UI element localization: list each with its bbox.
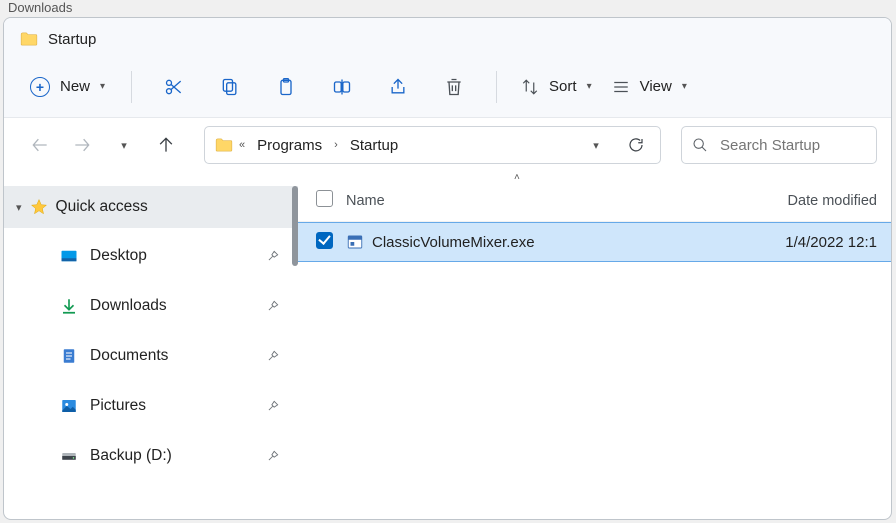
clipboard-icon: [276, 77, 296, 97]
new-button[interactable]: + New ▾: [18, 71, 117, 103]
pin-icon: [266, 299, 280, 313]
pictures-icon: [60, 397, 78, 415]
arrow-left-icon: [30, 135, 50, 155]
divider: [131, 71, 132, 103]
navigation-pane: ▾ Quick access Desktop Downloads Docu: [4, 172, 298, 519]
row-checkbox[interactable]: [316, 232, 333, 249]
download-icon: [60, 297, 78, 315]
window-title: Startup: [48, 31, 96, 48]
column-headers: Name Date modified: [298, 180, 891, 222]
chevron-down-icon: ▾: [682, 81, 687, 92]
file-row[interactable]: ClassicVolumeMixer.exe 1/4/2022 12:1: [298, 222, 891, 262]
sidebar-item-label: Desktop: [90, 247, 147, 265]
chevron-down-icon: ▾: [593, 139, 599, 152]
delete-button[interactable]: [432, 65, 476, 109]
file-explorer-window: Startup + New ▾: [3, 17, 892, 520]
breadcrumb-item[interactable]: Programs: [251, 137, 328, 154]
rename-button[interactable]: [320, 65, 364, 109]
forward-button[interactable]: [64, 127, 100, 163]
refresh-icon: [627, 136, 645, 154]
arrow-right-icon: [72, 135, 92, 155]
file-date: 1/4/2022 12:1: [785, 234, 877, 251]
titlebar: Startup: [4, 18, 891, 56]
rename-icon: [332, 77, 352, 97]
select-all-checkbox[interactable]: [316, 190, 333, 207]
search-input[interactable]: [718, 136, 866, 155]
pin-icon: [266, 249, 280, 263]
file-list-pane: ˄ Name Date modified ClassicVolumeMixer.…: [298, 172, 891, 519]
view-button[interactable]: View ▾: [602, 72, 697, 102]
new-button-label: New: [60, 78, 90, 95]
share-button[interactable]: [376, 65, 420, 109]
sidebar-item-downloads[interactable]: Downloads: [4, 284, 298, 328]
background-label: Downloads: [8, 0, 72, 15]
scissors-icon: [164, 77, 184, 97]
navigation-row: ▾ « Programs › Startup ▾: [4, 118, 891, 172]
address-bar[interactable]: « Programs › Startup ▾: [204, 126, 661, 164]
up-button[interactable]: [148, 127, 184, 163]
sort-button-label: Sort: [549, 78, 577, 95]
sidebar-item-pictures[interactable]: Pictures: [4, 384, 298, 428]
exe-icon: [346, 233, 364, 251]
divider: [496, 71, 497, 103]
star-icon: [30, 198, 48, 216]
refresh-button[interactable]: [618, 127, 654, 163]
trash-icon: [444, 77, 464, 97]
sidebar-item-label: Downloads: [90, 297, 167, 315]
search-icon: [692, 137, 708, 153]
command-bar: + New ▾: [4, 56, 891, 118]
sidebar-item-documents[interactable]: Documents: [4, 334, 298, 378]
quick-access-label: Quick access: [56, 198, 148, 216]
copy-button[interactable]: [208, 65, 252, 109]
sidebar-item-backup[interactable]: Backup (D:): [4, 434, 298, 478]
sidebar-item-label: Documents: [90, 347, 168, 365]
pin-icon: [266, 399, 280, 413]
folder-icon: [20, 32, 38, 46]
sidebar-item-desktop[interactable]: Desktop: [4, 234, 298, 278]
chevron-down-icon: ▾: [587, 81, 592, 92]
cut-button[interactable]: [152, 65, 196, 109]
copy-icon: [220, 77, 240, 97]
sidebar-item-label: Pictures: [90, 397, 146, 415]
chevron-down-icon: ▾: [121, 139, 127, 152]
sort-button[interactable]: Sort ▾: [511, 72, 602, 102]
pin-icon: [266, 349, 280, 363]
arrow-up-icon: [156, 135, 176, 155]
breadcrumb-item[interactable]: Startup: [344, 137, 404, 154]
chevron-down-icon: ▾: [100, 81, 105, 92]
sort-indicator-row: ˄: [298, 172, 891, 180]
folder-icon: [215, 138, 233, 152]
search-box[interactable]: [681, 126, 877, 164]
chevron-down-icon: ▾: [16, 201, 22, 214]
share-icon: [388, 77, 408, 97]
drive-icon: [60, 447, 78, 465]
breadcrumb-overflow[interactable]: «: [237, 139, 247, 151]
column-name[interactable]: Name: [346, 193, 788, 209]
sort-icon: [521, 78, 539, 96]
document-icon: [60, 347, 78, 365]
history-dropdown-button[interactable]: ▾: [578, 127, 614, 163]
quick-access-header[interactable]: ▾ Quick access: [4, 186, 298, 228]
paste-button[interactable]: [264, 65, 308, 109]
caret-up-icon: ˄: [514, 172, 520, 180]
file-name: ClassicVolumeMixer.exe: [372, 234, 535, 251]
view-button-label: View: [640, 78, 672, 95]
recent-button[interactable]: ▾: [106, 127, 142, 163]
sidebar-scrollbar[interactable]: [292, 186, 298, 266]
sidebar-item-label: Backup (D:): [90, 447, 172, 465]
back-button[interactable]: [22, 127, 58, 163]
desktop-icon: [60, 247, 78, 265]
chevron-right-icon: ›: [332, 139, 340, 151]
column-date[interactable]: Date modified: [788, 193, 877, 209]
list-icon: [612, 78, 630, 96]
plus-circle-icon: +: [30, 77, 50, 97]
pin-icon: [266, 449, 280, 463]
